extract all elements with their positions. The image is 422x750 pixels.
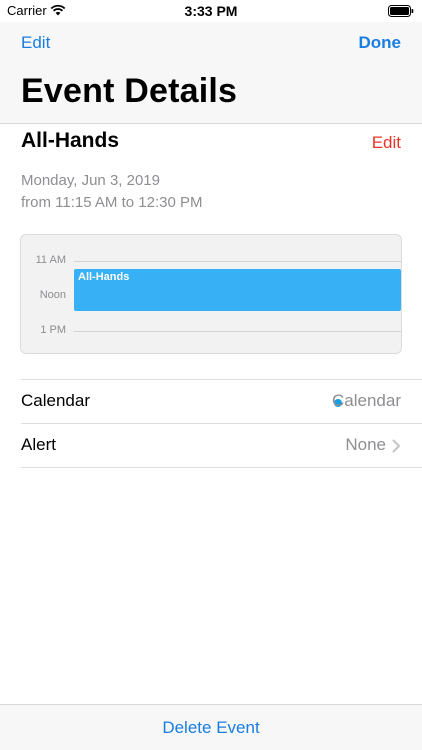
day-preview: 11 AM Noon 1 PM All-Hands (20, 234, 402, 354)
page-title: Event Details (21, 72, 238, 110)
chevron-right-icon (392, 439, 400, 453)
hour-row-11am: 11 AM (21, 254, 401, 268)
bottom-toolbar: Delete Event (0, 704, 422, 750)
row-bottom-divider-wrap (0, 467, 422, 468)
done-button[interactable]: Done (359, 33, 402, 53)
event-edit-button[interactable]: Edit (372, 133, 401, 153)
clock: 3:33 PM (184, 3, 238, 19)
battery-icon (388, 5, 414, 17)
hour-divider (74, 331, 401, 332)
row-divider (21, 423, 422, 424)
event-date: Monday, Jun 3, 2019 (21, 172, 160, 189)
calendar-row-label: Calendar (21, 391, 90, 410)
delete-event-button[interactable]: Delete Event (0, 718, 422, 738)
event-block-label: All-Hands (78, 271, 130, 283)
event-time-range: from 11:15 AM to 12:30 PM (21, 194, 203, 211)
alert-row-label: Alert (21, 435, 56, 454)
hour-row-1pm: 1 PM (21, 324, 401, 338)
event-block[interactable]: All-Hands (74, 269, 401, 311)
alert-row-value: None (345, 435, 386, 454)
status-bar: Carrier 3:33 PM (0, 0, 422, 22)
calendar-row-value: Calendar (332, 391, 401, 410)
navigation-bar: Edit Done Event Details (0, 22, 422, 124)
hour-label: 11 AM (35, 254, 66, 266)
row-divider (21, 379, 422, 380)
hour-divider (74, 261, 401, 262)
alert-row[interactable]: Alert None (0, 423, 422, 467)
calendar-row[interactable]: Calendar Calendar (0, 379, 422, 423)
row-divider (21, 467, 422, 468)
hour-label: 1 PM (40, 324, 66, 336)
hour-label: Noon (39, 289, 66, 301)
nav-edit-button[interactable]: Edit (21, 33, 50, 53)
event-title: All-Hands (21, 129, 120, 152)
